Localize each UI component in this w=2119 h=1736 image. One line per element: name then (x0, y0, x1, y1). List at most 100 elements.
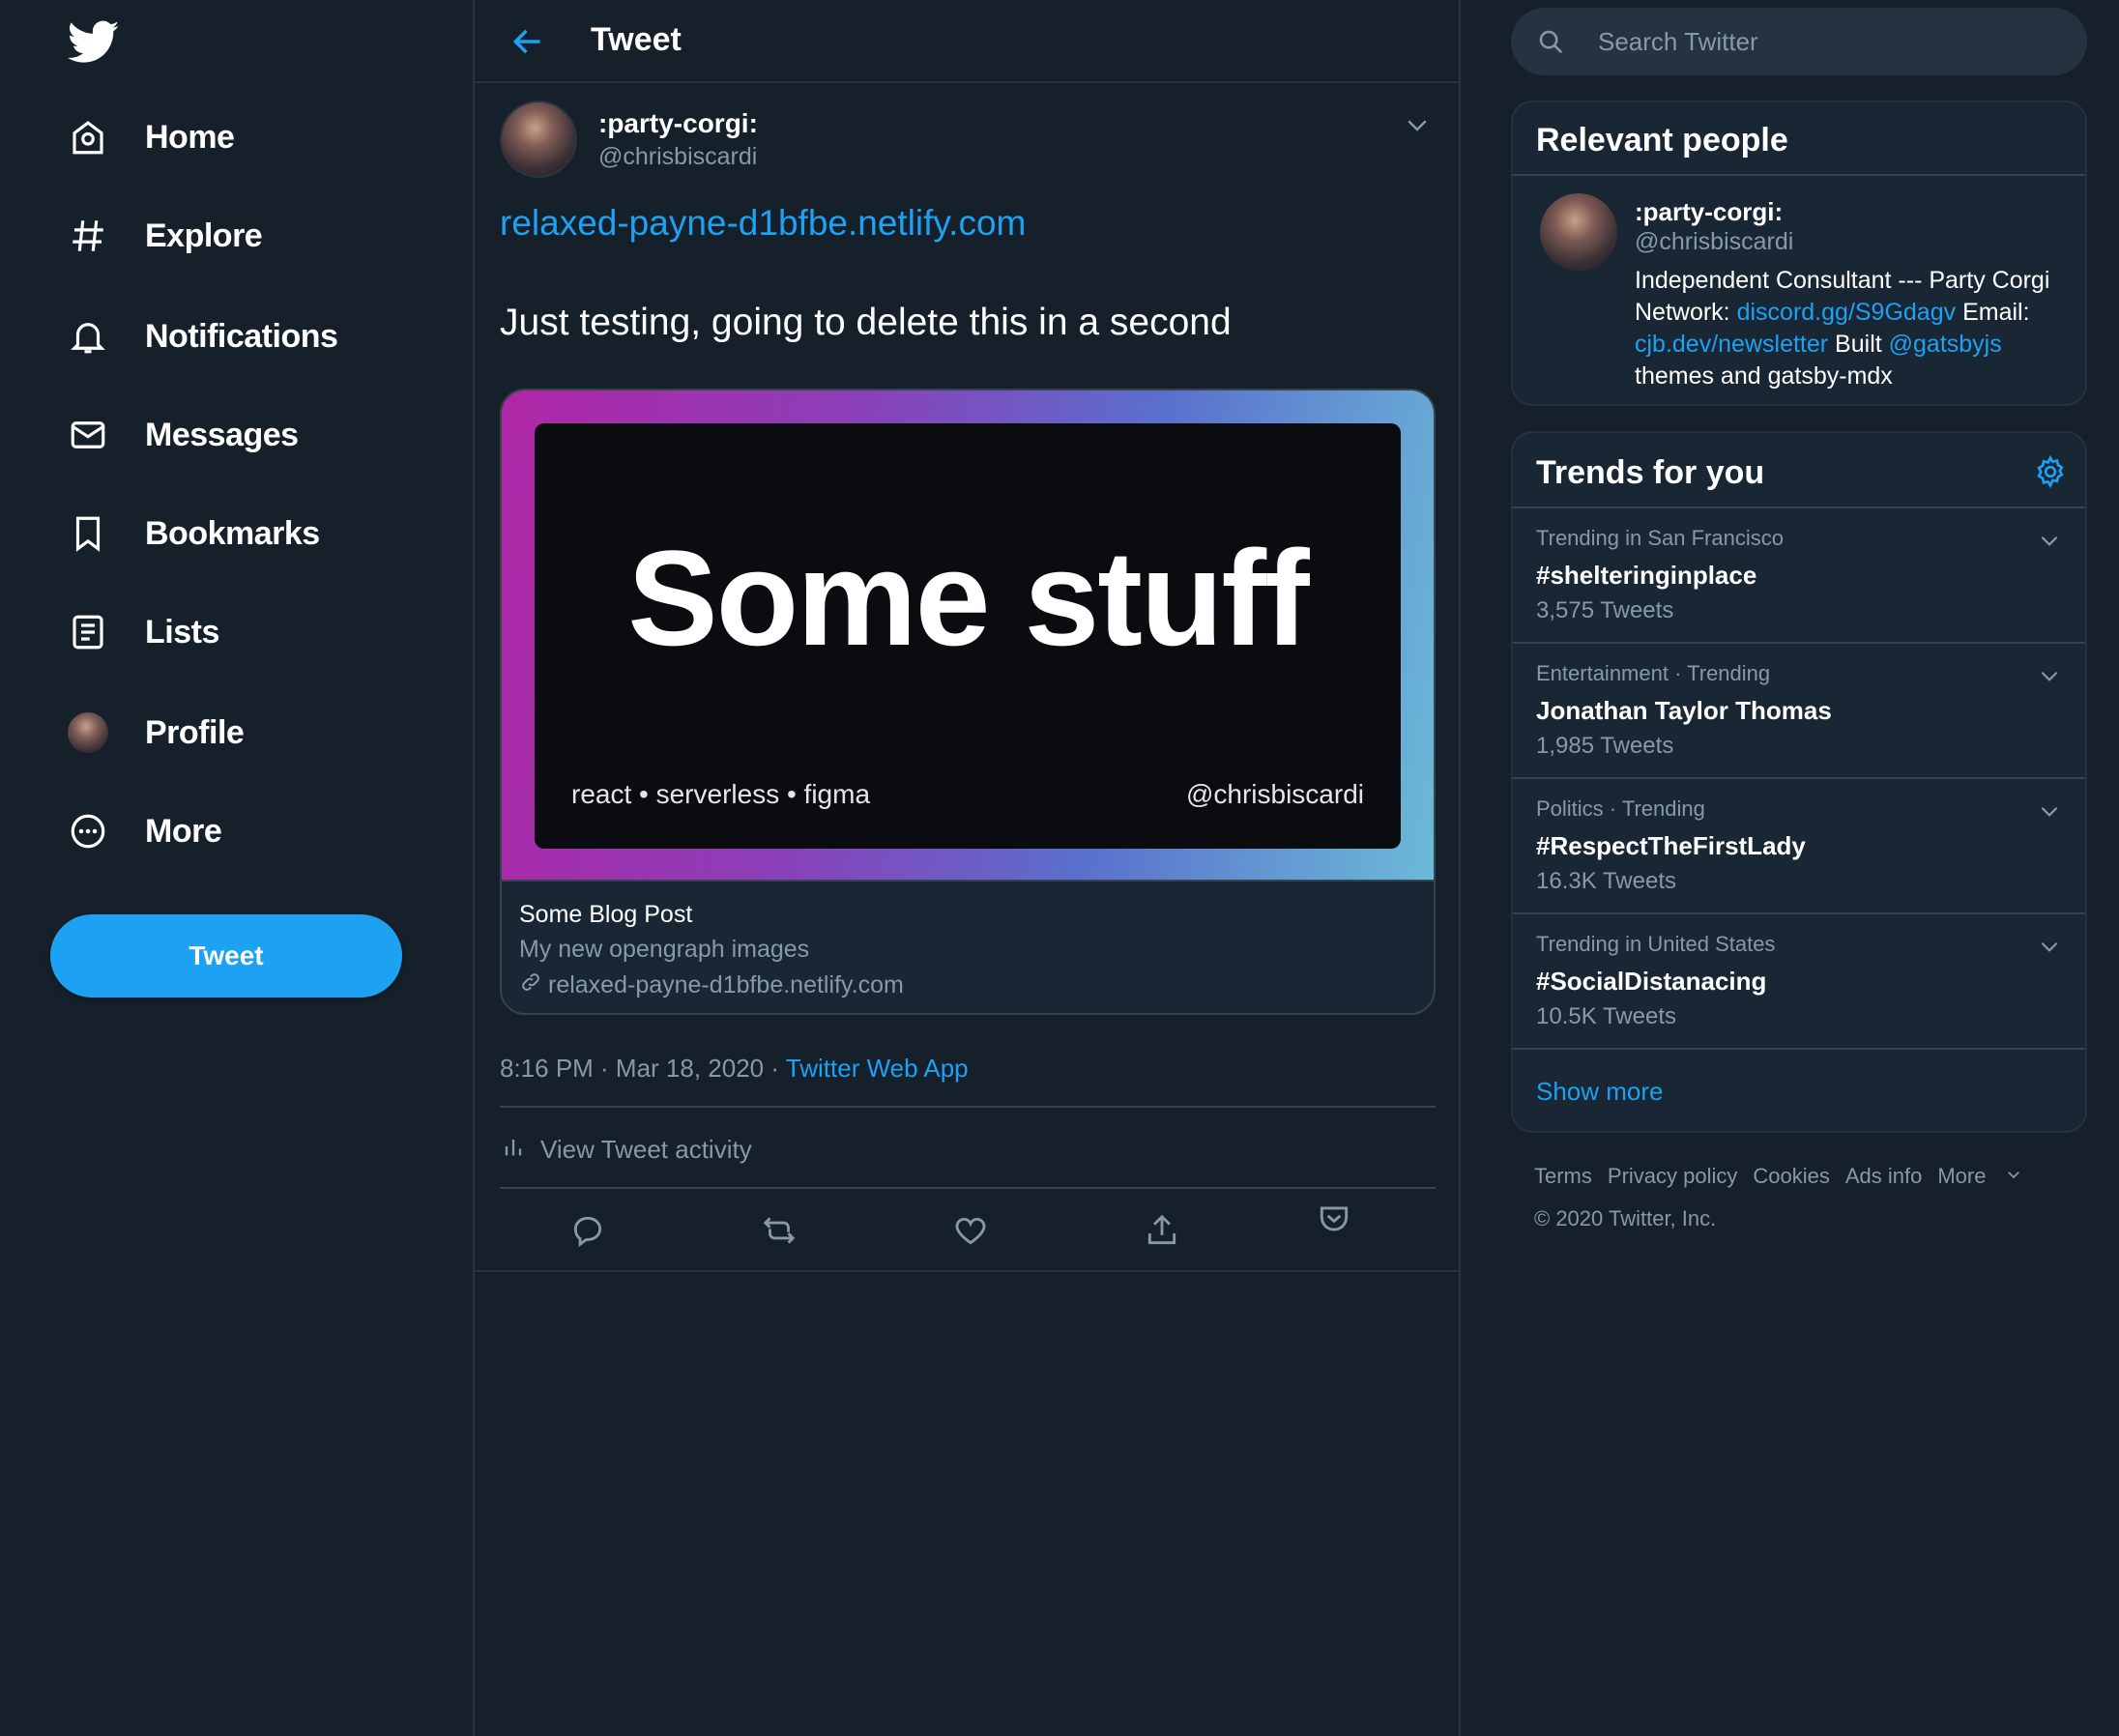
reply-icon[interactable] (569, 1212, 606, 1249)
back-arrow-icon[interactable] (509, 23, 546, 60)
chevron-down-icon[interactable] (2037, 663, 2062, 688)
like-icon[interactable] (952, 1212, 989, 1249)
nav-item-more[interactable]: More (68, 802, 222, 860)
nav-label-notifications: Notifications (145, 317, 338, 355)
trend-name: #SocialDistanacing (1536, 967, 1767, 996)
footer-more-label: More (1937, 1164, 1987, 1188)
nav-label-lists: Lists (145, 613, 219, 651)
search-input[interactable] (1598, 21, 2062, 62)
card-url-row: relaxed-payne-d1bfbe.netlify.com (519, 970, 904, 1000)
avatar (68, 712, 108, 753)
nav-item-home[interactable]: Home (68, 108, 235, 166)
trend-item[interactable]: Trending in United States #SocialDistana… (1513, 914, 2085, 1050)
footer-links: Terms Privacy policy Cookies Ads info Mo… (1534, 1164, 2095, 1189)
relevant-people-title: Relevant people (1536, 122, 1788, 159)
trend-count: 10.5K Tweets (1536, 1003, 1676, 1029)
bio-text: themes and gatsby-mdx (1635, 362, 1893, 390)
avatar[interactable] (1540, 193, 1617, 271)
nav-item-bookmarks[interactable]: Bookmarks (68, 505, 320, 563)
relevant-person-name[interactable]: :party-corgi: (1635, 197, 1783, 227)
nav-label-profile: Profile (145, 713, 245, 751)
tweet-link[interactable]: relaxed-payne-d1bfbe.netlify.com (500, 203, 1026, 244)
trend-item[interactable]: Entertainment · Trending Jonathan Taylor… (1513, 644, 2085, 779)
card-image-inner: Some stuff react • serverless • figma @c… (535, 423, 1401, 849)
twitter-bird-icon[interactable] (67, 15, 120, 68)
divider (500, 1187, 1436, 1189)
view-tweet-activity[interactable]: View Tweet activity (500, 1133, 752, 1167)
footer-link-terms[interactable]: Terms (1534, 1164, 1592, 1189)
card-title: Some Blog Post (519, 901, 693, 928)
home-icon (68, 117, 108, 158)
footer-link-cookies[interactable]: Cookies (1753, 1164, 1829, 1189)
nav-item-messages[interactable]: Messages (68, 406, 299, 464)
chevron-down-icon[interactable] (1403, 110, 1432, 139)
trend-context: Entertainment · Trending (1536, 661, 1771, 685)
share-icon[interactable] (1144, 1212, 1180, 1249)
trend-name: #RespectTheFirstLady (1536, 831, 1806, 860)
bio-link-discord[interactable]: discord.gg/S9Gdagv (1737, 299, 1957, 326)
copyright: © 2020 Twitter, Inc. (1534, 1206, 1717, 1230)
source-app-link[interactable]: Twitter Web App (786, 1054, 969, 1083)
envelope-icon (68, 415, 108, 455)
author-handle[interactable]: @chrisbiscardi (598, 143, 757, 171)
footer-more-button[interactable]: More (1937, 1164, 2038, 1189)
pocket-icon[interactable] (1316, 1201, 1352, 1237)
trend-count: 3,575 Tweets (1536, 597, 1674, 623)
trend-item[interactable]: Politics · Trending #RespectTheFirstLady… (1513, 779, 2085, 914)
chevron-down-icon[interactable] (2037, 934, 2062, 959)
footer-link-ads-info[interactable]: Ads info (1845, 1164, 1923, 1189)
bio-text: Email: (1956, 299, 2030, 326)
profile-avatar-icon (68, 712, 108, 753)
card-image-tags: react • serverless • figma (571, 779, 871, 809)
tweet-timestamp-row: 8:16 PM · Mar 18, 2020 · Twitter Web App (500, 1054, 969, 1084)
more-circle-icon (68, 811, 108, 852)
chevron-down-icon[interactable] (2037, 528, 2062, 553)
relevant-person-handle[interactable]: @chrisbiscardi (1635, 228, 1793, 256)
list-icon (68, 612, 108, 652)
tweet-timestamp: 8:16 PM · Mar 18, 2020 · (500, 1054, 786, 1083)
tweet-actions (500, 1191, 1436, 1270)
author-name[interactable]: :party-corgi: (598, 108, 758, 139)
link-icon (519, 970, 548, 1000)
tweet-text: Just testing, going to delete this in a … (500, 302, 1232, 343)
chevron-down-icon[interactable] (2037, 798, 2062, 824)
bell-icon (68, 316, 108, 357)
trends-title: Trends for you (1536, 454, 1765, 491)
link-preview-card[interactable]: Some stuff react • serverless • figma @c… (500, 389, 1436, 1015)
trends-header: Trends for you (1513, 433, 2085, 508)
trend-context: Trending in San Francisco (1536, 526, 1784, 550)
tweet-header: Tweet (475, 0, 1459, 83)
retweet-icon[interactable] (761, 1212, 798, 1249)
bio-text: Built (1828, 331, 1889, 358)
nav-item-lists[interactable]: Lists (68, 603, 219, 661)
hashtag-icon (68, 216, 108, 256)
gear-icon[interactable] (2033, 454, 2068, 489)
bio-link-gatsbyjs[interactable]: @gatsbyjs (1889, 331, 2002, 358)
trend-count: 1,985 Tweets (1536, 733, 1674, 759)
relevant-people-panel: Relevant people :party-corgi: @chrisbisc… (1511, 101, 2087, 406)
nav-label-bookmarks: Bookmarks (145, 514, 320, 552)
author-avatar[interactable] (500, 101, 577, 178)
bio-link-newsletter[interactable]: cjb.dev/newsletter (1635, 331, 1828, 358)
nav-item-explore[interactable]: Explore (68, 207, 263, 265)
trend-context: Trending in United States (1536, 932, 1776, 956)
footer-link-privacy[interactable]: Privacy policy (1608, 1164, 1737, 1189)
trends-panel: Trends for you Trending in San Francisco… (1511, 431, 2087, 1133)
trend-item[interactable]: Trending in San Francisco #shelteringinp… (1513, 508, 2085, 644)
trend-name: #shelteringinplace (1536, 561, 1757, 590)
footer: Terms Privacy policy Cookies Ads info Mo… (1534, 1164, 2095, 1231)
card-image-handle: @chrisbiscardi (1185, 779, 1364, 809)
chevron-down-icon (2001, 1164, 2022, 1189)
nav-item-profile[interactable]: Profile (68, 704, 245, 762)
tweet-compose-button[interactable]: Tweet (50, 914, 402, 998)
search-bar[interactable] (1511, 8, 2087, 75)
page-title: Tweet (591, 21, 682, 58)
nav-label-more: More (145, 812, 222, 850)
nav-label-messages: Messages (145, 416, 299, 453)
twitter-app: Home Explore Notifications Messages Book (0, 0, 2119, 1736)
nav-item-notifications[interactable]: Notifications (68, 307, 338, 365)
view-tweet-activity-label: View Tweet activity (540, 1135, 752, 1164)
bookmark-icon (68, 513, 108, 554)
nav-label-explore: Explore (145, 217, 263, 254)
show-more-link[interactable]: Show more (1536, 1077, 1664, 1107)
